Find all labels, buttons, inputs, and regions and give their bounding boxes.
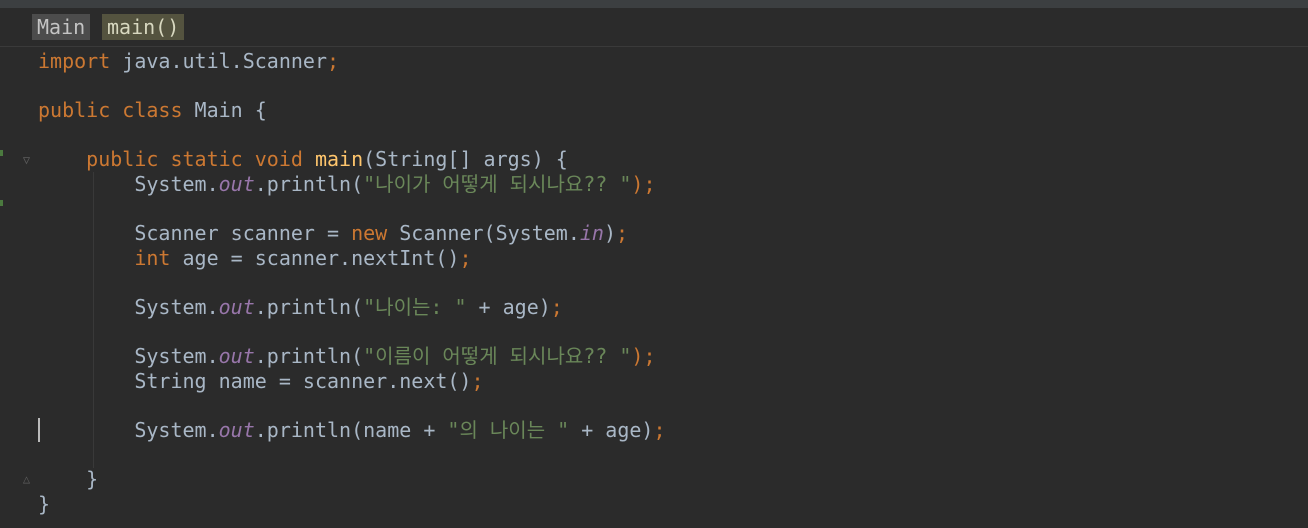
code-token: "의 나이는 " (447, 418, 570, 442)
code-line[interactable]: System.out.println("나이는: " + age); (38, 295, 563, 319)
code-token: ; (327, 49, 340, 73)
code-token: new (351, 221, 388, 246)
code-token: System. (38, 172, 219, 196)
code-token: System. (38, 344, 219, 369)
code-line[interactable]: System.out.println("이름이 어떻게 되시나요?? "); (38, 344, 656, 369)
code-token: .println( (254, 172, 364, 196)
editor-gutter (0, 47, 28, 528)
code-token: ; (616, 221, 629, 246)
code-line[interactable]: public class Main { (38, 98, 267, 122)
code-token: } (38, 491, 51, 516)
fold-close-icon[interactable]: △ (20, 472, 33, 486)
code-token: public class (38, 98, 183, 123)
code-line[interactable]: int age = scanner.nextInt(); (38, 246, 471, 270)
code-line[interactable]: System.out.println("나이가 어떻게 되시나요?? "); (38, 172, 656, 196)
code-token: .println( (254, 295, 364, 319)
code-token: import (38, 49, 111, 73)
code-token: Main { (182, 98, 267, 123)
code-editor[interactable]: Main main() ▽ △ import java.util.Scanner… (0, 0, 1308, 528)
code-token: System. (38, 418, 219, 442)
code-token: out (218, 344, 255, 369)
code-token: ) (603, 221, 616, 246)
code-token: + age) (569, 418, 654, 442)
code-line[interactable]: String name = scanner.next(); (38, 368, 484, 393)
code-token: + age) (466, 295, 551, 319)
code-token: in (579, 221, 604, 246)
breadcrumb-method[interactable]: main() (102, 14, 185, 40)
breadcrumb: Main main() (0, 8, 1308, 47)
code-token: "나이는: " (363, 295, 467, 319)
code-token: java.util.Scanner (110, 49, 327, 73)
code-line[interactable]: public static void main(String[] args) { (38, 147, 568, 171)
code-token: System. (38, 295, 219, 319)
code-token: "나이가 어떻게 되시나요?? " (363, 172, 632, 196)
code-token: Scanner(System. (387, 221, 580, 246)
code-line[interactable]: Scanner scanner = new Scanner(System.in)… (38, 221, 628, 245)
change-marker (0, 150, 3, 156)
code-line[interactable]: } (38, 492, 50, 516)
fold-open-icon[interactable]: ▽ (20, 153, 33, 167)
code-line[interactable]: } (38, 467, 98, 491)
code-token: ); (631, 344, 656, 369)
code-token: out (218, 295, 255, 319)
code-line[interactable]: System.out.println(name + "의 나이는 " + age… (38, 418, 666, 442)
breadcrumb-class[interactable]: Main (32, 14, 91, 40)
code-token: (String[] args) { (363, 147, 568, 172)
code-token: "이름이 어떻게 되시나요?? " (363, 344, 632, 369)
code-token: age = scanner.nextInt() (170, 245, 460, 270)
code-token: out (218, 172, 255, 196)
code-token: main (314, 147, 364, 172)
code-line[interactable]: import java.util.Scanner; (38, 49, 339, 73)
code-token: ; (459, 245, 472, 270)
text-caret (38, 418, 40, 442)
code-token: Scanner scanner = (38, 221, 352, 246)
code-token: String name = scanner.next() (38, 368, 472, 393)
code-token: ; (550, 295, 563, 319)
code-token: ; (471, 368, 484, 393)
code-token: .println( (254, 344, 364, 369)
code-token: ); (631, 172, 656, 196)
code-token: int (134, 245, 171, 270)
code-token: ; (653, 418, 666, 442)
code-token: public static void (86, 147, 303, 172)
code-token: .println(name + (254, 418, 448, 442)
code-token: out (218, 418, 255, 442)
code-token: } (38, 467, 99, 492)
change-marker (0, 200, 3, 206)
